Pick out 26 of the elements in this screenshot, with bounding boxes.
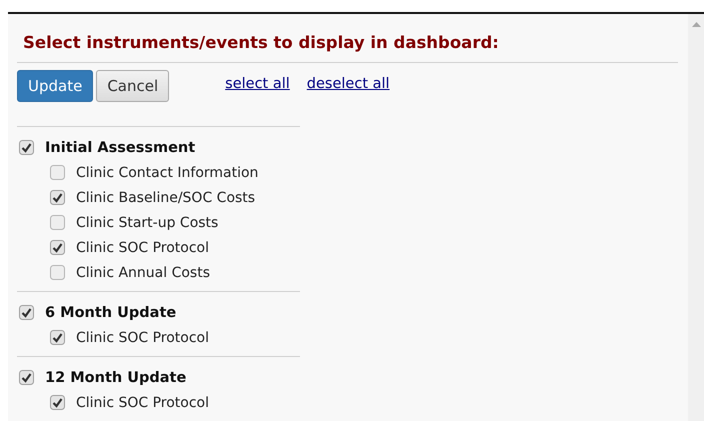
- checkbox[interactable]: [19, 305, 34, 320]
- checkbox[interactable]: [50, 165, 65, 180]
- instrument-label: Clinic SOC Protocol: [76, 240, 210, 256]
- cancel-button[interactable]: Cancel: [96, 70, 170, 102]
- checkbox[interactable]: [50, 265, 65, 280]
- checkbox[interactable]: [50, 215, 65, 230]
- checkbox[interactable]: [50, 190, 65, 205]
- checkbox[interactable]: [50, 395, 65, 410]
- checkbox[interactable]: [19, 370, 34, 385]
- dialog-heading: Select instruments/events to display in dashboard:: [17, 14, 678, 63]
- update-button[interactable]: Update: [17, 70, 94, 102]
- instrument-label: Clinic Annual Costs: [76, 264, 210, 280]
- event-label: 6 Month Update: [45, 304, 176, 320]
- select-link[interactable]: deselect all: [306, 76, 390, 92]
- checkbox[interactable]: [50, 330, 65, 345]
- instrument-label: Clinic SOC Protocol: [76, 330, 210, 346]
- instrument-label: Clinic Start-up Costs: [76, 214, 218, 230]
- instrument-label: Clinic Contact Information: [76, 164, 258, 180]
- instrument-label: Clinic Baseline/SOC Costs: [76, 190, 256, 206]
- checkbox[interactable]: [50, 240, 65, 255]
- checkbox[interactable]: [19, 140, 34, 155]
- event-label: 12 Month Update: [45, 370, 186, 386]
- instrument-label: Clinic SOC Protocol: [76, 394, 210, 410]
- scrollbar[interactable]: [688, 14, 704, 421]
- select-link[interactable]: select all: [225, 76, 290, 92]
- event-label: Initial Assessment: [45, 140, 196, 156]
